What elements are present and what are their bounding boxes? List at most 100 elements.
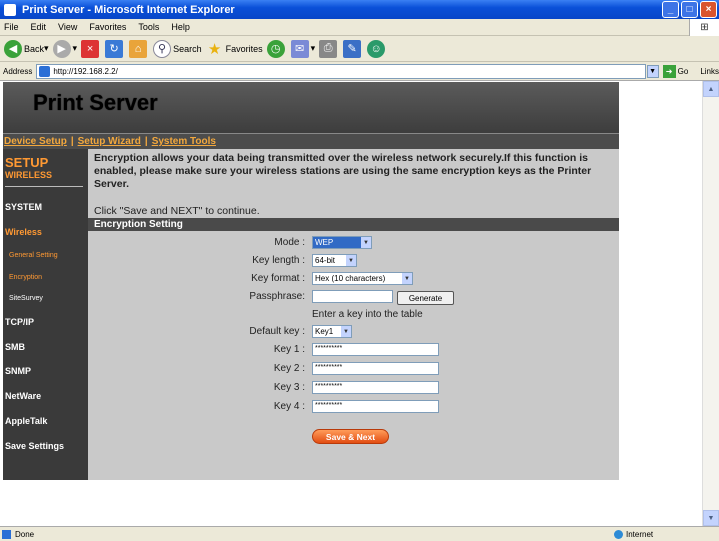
nav-system-tools[interactable]: System Tools bbox=[152, 136, 216, 147]
home-icon: ⌂ bbox=[129, 39, 148, 58]
forward-arrow-icon: ▶ bbox=[52, 39, 71, 58]
menu-help[interactable]: Help bbox=[171, 22, 190, 32]
sidebar-item-netware[interactable]: NetWare bbox=[5, 391, 41, 401]
sidebar-divider bbox=[5, 186, 83, 187]
print-icon: ⎙ bbox=[319, 39, 338, 58]
close-button[interactable]: × bbox=[700, 1, 717, 18]
window-title: Print Server - Microsoft Internet Explor… bbox=[22, 3, 235, 16]
key4-label: Key 4 : bbox=[273, 401, 305, 412]
save-next-button[interactable]: Save & Next bbox=[312, 429, 389, 444]
main-panel: Encryption allows your data being transm… bbox=[88, 149, 619, 480]
menu-tools[interactable]: Tools bbox=[138, 22, 159, 32]
chevron-down-icon: ▼ bbox=[402, 273, 412, 284]
menu-file[interactable]: File bbox=[4, 22, 19, 32]
sidebar-sub-encryption[interactable]: Encryption bbox=[9, 274, 42, 281]
default-key-label: Default key : bbox=[249, 326, 305, 337]
vertical-scrollbar[interactable]: ▲ ▼ bbox=[702, 81, 719, 526]
globe-icon bbox=[614, 529, 623, 539]
security-zone: Internet bbox=[614, 529, 653, 539]
edit-page-icon: ✎ bbox=[343, 39, 362, 58]
sidebar-item-smb[interactable]: SMB bbox=[5, 342, 25, 352]
address-bar: Address http://192.168.2.2/ ▼ ➜ Go Links bbox=[0, 62, 719, 81]
sidebar-item-wireless[interactable]: Wireless bbox=[5, 227, 42, 237]
chevron-down-icon: ▼ bbox=[341, 326, 351, 337]
key2-input[interactable]: ********** bbox=[312, 362, 439, 375]
menu-view[interactable]: View bbox=[58, 22, 77, 32]
instruction-text: Click "Save and NEXT" to continue. bbox=[94, 205, 260, 217]
window-titlebar: Print Server - Microsoft Internet Explor… bbox=[0, 0, 719, 19]
key-format-select[interactable]: Hex (10 characters) ▼ bbox=[312, 272, 413, 285]
print-button[interactable]: ⎙ bbox=[319, 39, 339, 58]
back-button[interactable]: ◀ Back ▾ bbox=[4, 39, 49, 58]
passphrase-input[interactable] bbox=[312, 290, 393, 303]
messenger-button[interactable]: ☺ bbox=[367, 39, 387, 58]
mail-button[interactable]: ✉ ▾ bbox=[290, 39, 315, 58]
generate-button[interactable]: Generate bbox=[397, 291, 454, 305]
search-button[interactable]: ⚲ Search bbox=[153, 39, 202, 58]
forward-button[interactable]: ▶ ▾ bbox=[52, 39, 77, 58]
edit-button[interactable]: ✎ bbox=[343, 39, 363, 58]
nav-setup-wizard[interactable]: Setup Wizard bbox=[78, 136, 141, 147]
page-icon bbox=[39, 65, 51, 77]
back-arrow-icon: ◀ bbox=[4, 39, 22, 58]
sidebar-item-tcpip[interactable]: TCP/IP bbox=[5, 317, 34, 327]
go-button[interactable]: ➜ Go bbox=[662, 64, 688, 78]
windows-logo-icon: ⊞ bbox=[689, 19, 719, 36]
favorites-button[interactable]: ★ Favorites bbox=[206, 40, 263, 58]
key1-label: Key 1 : bbox=[273, 344, 305, 355]
nav-device-setup[interactable]: Device Setup bbox=[4, 136, 67, 147]
status-bar: Done Internet bbox=[0, 526, 719, 541]
sidebar-sub-general-setting[interactable]: General Setting bbox=[9, 252, 58, 259]
sidebar-item-appletalk[interactable]: AppleTalk bbox=[5, 416, 47, 426]
links-button[interactable]: Links bbox=[700, 67, 719, 76]
mode-label: Mode : bbox=[274, 237, 305, 248]
description-text: Encryption allows your data being transm… bbox=[94, 152, 592, 190]
favorites-star-icon: ★ bbox=[207, 40, 222, 58]
menu-bar: File Edit View Favorites Tools Help bbox=[0, 19, 719, 36]
key-format-label: Key format : bbox=[251, 273, 305, 284]
refresh-button[interactable]: ↻ bbox=[105, 39, 125, 58]
chevron-down-icon: ▼ bbox=[361, 237, 371, 248]
key3-input[interactable]: ********** bbox=[312, 381, 439, 394]
menu-favorites[interactable]: Favorites bbox=[89, 22, 126, 32]
status-text: Done bbox=[15, 529, 35, 539]
minimize-button[interactable]: _ bbox=[662, 1, 679, 18]
key3-label: Key 3 : bbox=[273, 382, 305, 393]
address-input[interactable]: http://192.168.2.2/ bbox=[36, 63, 646, 79]
scroll-down-icon[interactable]: ▼ bbox=[703, 510, 719, 526]
history-icon: ◷ bbox=[266, 39, 285, 58]
address-dropdown-icon[interactable]: ▼ bbox=[646, 64, 659, 78]
scroll-up-icon[interactable]: ▲ bbox=[703, 81, 719, 97]
page-status-icon bbox=[2, 529, 11, 539]
stop-icon: × bbox=[81, 39, 100, 58]
key2-label: Key 2 : bbox=[273, 363, 305, 374]
top-nav: Device Setup | Setup Wizard | System Tools bbox=[3, 134, 619, 149]
history-button[interactable]: ◷ bbox=[266, 39, 287, 58]
sidebar-sub-site-survey[interactable]: SiteSurvey bbox=[9, 295, 43, 302]
sidebar: SETUP WIRELESS SYSTEM Wireless General Se… bbox=[3, 149, 88, 480]
key-table-hint: Enter a key into the table bbox=[312, 309, 423, 320]
home-button[interactable]: ⌂ bbox=[129, 39, 149, 58]
sidebar-item-snmp[interactable]: SNMP bbox=[5, 366, 31, 376]
banner-title: Print Server bbox=[33, 90, 158, 115]
key-length-select[interactable]: 64-bit ▼ bbox=[312, 254, 357, 267]
ie-logo-icon bbox=[4, 3, 16, 16]
stop-button[interactable]: × bbox=[81, 39, 101, 58]
go-arrow-icon: ➜ bbox=[662, 64, 676, 78]
section-title: Encryption Setting bbox=[88, 218, 619, 231]
banner: Print Server bbox=[3, 82, 619, 134]
messenger-icon: ☺ bbox=[367, 39, 386, 58]
menu-edit[interactable]: Edit bbox=[31, 22, 47, 32]
key4-input[interactable]: ********** bbox=[312, 400, 439, 413]
default-key-select[interactable]: Key1 ▼ bbox=[312, 325, 352, 338]
page-content: Print Server Device Setup | Setup Wizard |… bbox=[0, 81, 719, 526]
key-length-label: Key length : bbox=[252, 255, 305, 266]
maximize-button[interactable]: □ bbox=[681, 1, 698, 18]
passphrase-label: Passphrase: bbox=[249, 291, 305, 302]
mode-select[interactable]: WEP ▼ bbox=[312, 236, 372, 249]
sidebar-item-system[interactable]: SYSTEM bbox=[5, 202, 42, 212]
refresh-icon: ↻ bbox=[105, 39, 124, 58]
sidebar-item-save-settings[interactable]: Save Settings bbox=[5, 441, 64, 451]
sidebar-header: SETUP WIRELESS bbox=[5, 155, 53, 180]
key1-input[interactable]: ********** bbox=[312, 343, 439, 356]
